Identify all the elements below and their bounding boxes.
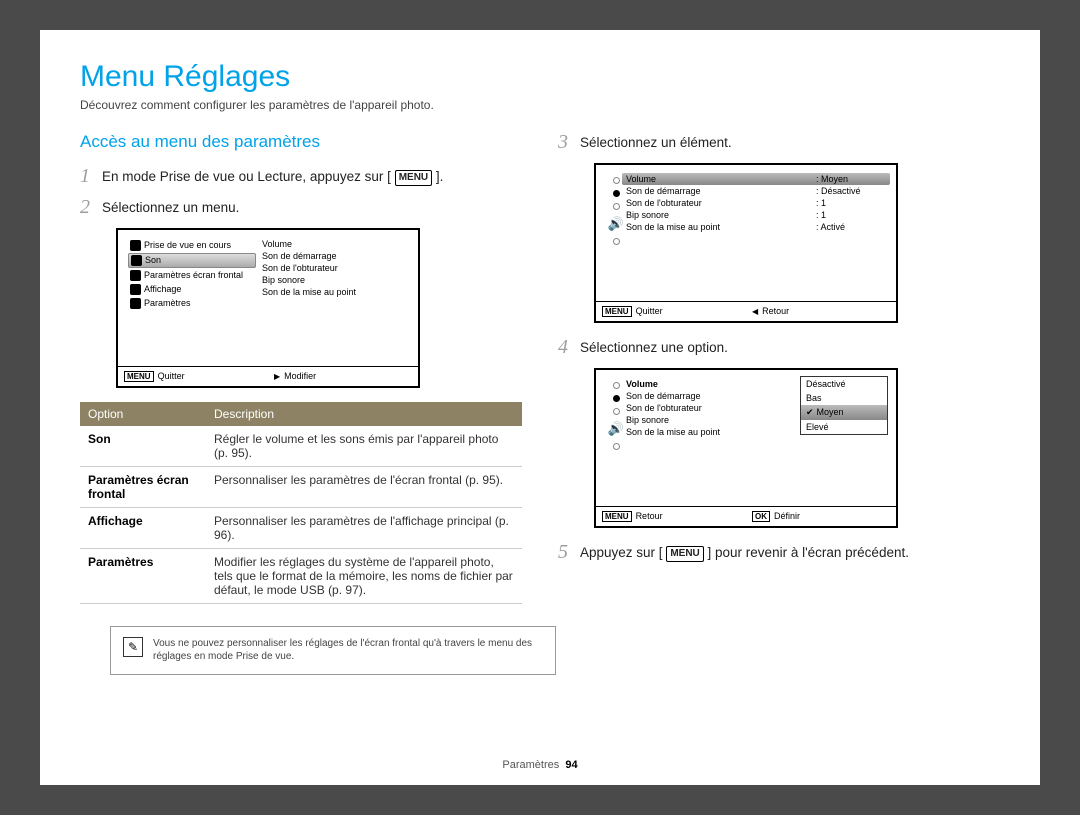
pager-dot (613, 382, 620, 389)
step-number: 3 (558, 132, 580, 152)
step-text: Sélectionnez un élément. (580, 132, 732, 153)
screenshot-menu-select: Prise de vue en cours Son Paramètres écr… (116, 228, 420, 388)
table-row: Paramètres écran frontalPersonnaliser le… (80, 466, 522, 507)
screenshot-footer: MENUQuitter ◀Retour (596, 301, 896, 321)
pager-dot-active (613, 190, 620, 197)
menu-button-label: MENU (395, 170, 432, 186)
menu-item: Paramètres écran frontal (128, 269, 256, 282)
step-text: En mode Prise de vue ou Lecture, appuyez… (102, 166, 443, 187)
pager-dot (613, 408, 620, 415)
speaker-icon: 🔊 (608, 216, 624, 232)
ok-tag: OK (752, 511, 770, 522)
note-box: ✎ Vous ne pouvez personnaliser les régla… (110, 626, 556, 675)
step-number: 2 (80, 197, 102, 217)
menu-tag: MENU (602, 511, 632, 522)
submenu-item: Bip sonore (262, 274, 408, 286)
submenu-item: Son de la mise au point (262, 286, 408, 298)
menu-item: Paramètres (128, 297, 256, 310)
menu-tag: MENU (124, 371, 154, 382)
section-heading: Accès au menu des paramètres (80, 132, 522, 152)
table-row: AffichagePersonnaliser les paramètres de… (80, 507, 522, 548)
step-text: Sélectionnez une option. (580, 337, 728, 358)
sound-icon (131, 255, 142, 266)
popup-option: Bas (801, 391, 887, 405)
menu-button-label: MENU (666, 546, 703, 562)
chevron-left-icon: ◀ (752, 307, 758, 316)
pager-dot (613, 203, 620, 210)
note-text: Vous ne pouvez personnaliser les réglage… (153, 637, 543, 664)
page-title: Menu Réglages (80, 60, 1000, 94)
info-icon: ✎ (123, 637, 143, 657)
menu-item: Affichage (128, 283, 256, 296)
popup-option-selected: ✔Moyen (801, 405, 887, 420)
camera-icon (130, 240, 141, 251)
setting-row: Bip sonore: 1 (626, 209, 886, 221)
options-table: Option Description SonRégler le volume e… (80, 402, 522, 604)
step-text: Appuyez sur [ MENU ] pour revenir à l'éc… (580, 542, 909, 563)
right-column: 3 Sélectionnez un élément. 🔊 (558, 132, 1000, 604)
chevron-right-icon: ▶ (274, 372, 280, 381)
menu-tag: MENU (602, 306, 632, 317)
table-row: SonRégler le volume et les sons émis par… (80, 426, 522, 467)
left-column: Accès au menu des paramètres 1 En mode P… (80, 132, 522, 604)
screenshot-option-select: 🔊 Volume Son de démarrage Son de l'obtur… (594, 368, 898, 528)
gear-icon (130, 298, 141, 309)
pager-dot (613, 177, 620, 184)
step-number: 4 (558, 337, 580, 357)
pager-dot-active (613, 395, 620, 402)
submenu-item: Son de démarrage (262, 250, 408, 262)
front-screen-icon (130, 270, 141, 281)
table-row: ParamètresModifier les réglages du systè… (80, 548, 522, 603)
check-icon: ✔ (806, 407, 814, 418)
setting-row: Son de l'obturateur: 1 (626, 197, 886, 209)
manual-page: Menu Réglages Découvrez comment configur… (40, 30, 1040, 785)
step-number: 1 (80, 166, 102, 186)
screenshot-footer: MENUQuitter ▶Modifier (118, 366, 418, 386)
step-2: 2 Sélectionnez un menu. (80, 197, 522, 218)
table-header-option: Option (80, 402, 206, 426)
step-4: 4 Sélectionnez une option. (558, 337, 1000, 358)
step-1: 1 En mode Prise de vue ou Lecture, appuy… (80, 166, 522, 187)
table-header-description: Description (206, 402, 522, 426)
two-column-layout: Accès au menu des paramètres 1 En mode P… (80, 132, 1000, 604)
popup-option: Désactivé (801, 377, 887, 391)
popup-option: Elevé (801, 420, 887, 434)
page-subtitle: Découvrez comment configurer les paramèt… (80, 98, 1000, 112)
step-5: 5 Appuyez sur [ MENU ] pour revenir à l'… (558, 542, 1000, 563)
value-popup: Désactivé Bas ✔Moyen Elevé (800, 376, 888, 435)
pager-dot (613, 443, 620, 450)
menu-item: Prise de vue en cours (128, 239, 256, 252)
setting-row: Son de démarrage: Désactivé (626, 185, 886, 197)
menu-item-selected: Son (128, 253, 256, 268)
step-3: 3 Sélectionnez un élément. (558, 132, 1000, 153)
step-text: Sélectionnez un menu. (102, 197, 239, 218)
pager-dot (613, 238, 620, 245)
setting-row-selected: Volume: Moyen (622, 173, 890, 185)
speaker-icon: 🔊 (608, 421, 624, 437)
screenshot-element-select: 🔊 Volume: Moyen Son de démarrage: Désact… (594, 163, 898, 323)
page-footer: Paramètres 94 (40, 759, 1040, 771)
display-icon (130, 284, 141, 295)
step-number: 5 (558, 542, 580, 562)
submenu-item: Volume (262, 238, 408, 250)
submenu-item: Son de l'obturateur (262, 262, 408, 274)
setting-row: Son de la mise au point: Activé (626, 221, 886, 233)
screenshot-footer: MENURetour OKDéfinir (596, 506, 896, 526)
